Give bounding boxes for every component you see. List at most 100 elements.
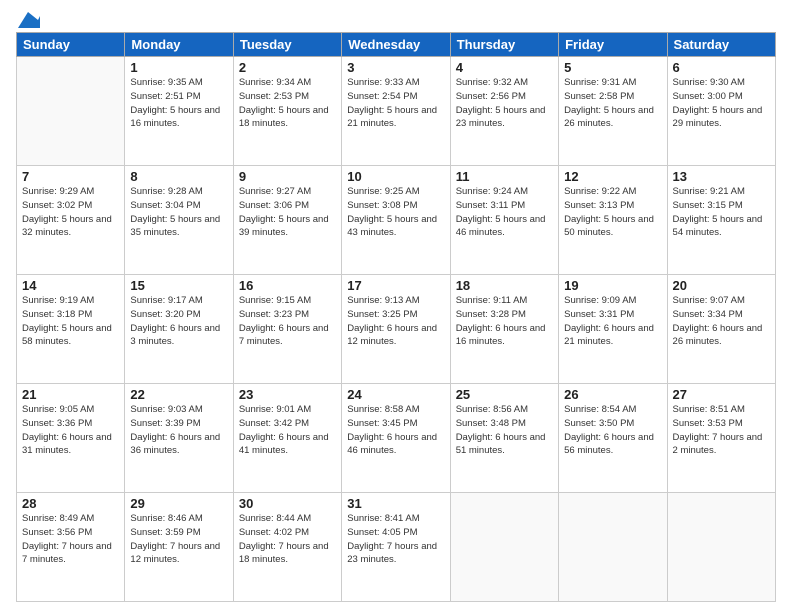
sunrise-text: Sunrise: 8:58 AM	[347, 404, 419, 415]
day-cell: 11 Sunrise: 9:24 AM Sunset: 3:11 PM Dayl…	[450, 166, 558, 275]
day-info: Sunrise: 8:51 AM Sunset: 3:53 PM Dayligh…	[673, 403, 770, 458]
week-row: 21 Sunrise: 9:05 AM Sunset: 3:36 PM Dayl…	[17, 384, 776, 493]
day-number: 17	[347, 278, 444, 293]
day-number: 3	[347, 60, 444, 75]
day-number: 15	[130, 278, 227, 293]
daylight-text: Daylight: 5 hours and 26 minutes.	[564, 105, 654, 130]
day-number: 28	[22, 496, 119, 511]
day-info: Sunrise: 9:24 AM Sunset: 3:11 PM Dayligh…	[456, 185, 553, 240]
sunset-text: Sunset: 3:20 PM	[130, 309, 200, 320]
day-info: Sunrise: 9:03 AM Sunset: 3:39 PM Dayligh…	[130, 403, 227, 458]
daylight-text: Daylight: 5 hours and 16 minutes.	[130, 105, 220, 130]
day-info: Sunrise: 8:41 AM Sunset: 4:05 PM Dayligh…	[347, 512, 444, 567]
day-info: Sunrise: 9:17 AM Sunset: 3:20 PM Dayligh…	[130, 294, 227, 349]
day-number: 29	[130, 496, 227, 511]
header-row: SundayMondayTuesdayWednesdayThursdayFrid…	[17, 33, 776, 57]
daylight-text: Daylight: 5 hours and 39 minutes.	[239, 214, 329, 239]
day-cell: 9 Sunrise: 9:27 AM Sunset: 3:06 PM Dayli…	[233, 166, 341, 275]
day-number: 5	[564, 60, 661, 75]
sunrise-text: Sunrise: 8:44 AM	[239, 513, 311, 524]
sunrise-text: Sunrise: 9:30 AM	[673, 77, 745, 88]
day-info: Sunrise: 8:54 AM Sunset: 3:50 PM Dayligh…	[564, 403, 661, 458]
day-info: Sunrise: 8:56 AM Sunset: 3:48 PM Dayligh…	[456, 403, 553, 458]
sunrise-text: Sunrise: 9:27 AM	[239, 186, 311, 197]
sunset-text: Sunset: 3:00 PM	[673, 91, 743, 102]
weekday-header: Monday	[125, 33, 233, 57]
sunset-text: Sunset: 3:28 PM	[456, 309, 526, 320]
day-number: 7	[22, 169, 119, 184]
day-number: 25	[456, 387, 553, 402]
daylight-text: Daylight: 6 hours and 3 minutes.	[130, 323, 220, 348]
day-number: 18	[456, 278, 553, 293]
day-number: 20	[673, 278, 770, 293]
day-number: 27	[673, 387, 770, 402]
sunset-text: Sunset: 2:51 PM	[130, 91, 200, 102]
day-info: Sunrise: 9:27 AM Sunset: 3:06 PM Dayligh…	[239, 185, 336, 240]
sunset-text: Sunset: 3:08 PM	[347, 200, 417, 211]
day-info: Sunrise: 9:21 AM Sunset: 3:15 PM Dayligh…	[673, 185, 770, 240]
sunrise-text: Sunrise: 9:28 AM	[130, 186, 202, 197]
day-cell: 31 Sunrise: 8:41 AM Sunset: 4:05 PM Dayl…	[342, 493, 450, 602]
day-info: Sunrise: 9:05 AM Sunset: 3:36 PM Dayligh…	[22, 403, 119, 458]
sunrise-text: Sunrise: 9:31 AM	[564, 77, 636, 88]
day-number: 21	[22, 387, 119, 402]
sunrise-text: Sunrise: 9:17 AM	[130, 295, 202, 306]
day-info: Sunrise: 8:58 AM Sunset: 3:45 PM Dayligh…	[347, 403, 444, 458]
day-cell: 20 Sunrise: 9:07 AM Sunset: 3:34 PM Dayl…	[667, 275, 775, 384]
day-cell: 23 Sunrise: 9:01 AM Sunset: 3:42 PM Dayl…	[233, 384, 341, 493]
sunrise-text: Sunrise: 9:05 AM	[22, 404, 94, 415]
sunrise-text: Sunrise: 9:21 AM	[673, 186, 745, 197]
sunset-text: Sunset: 3:18 PM	[22, 309, 92, 320]
daylight-text: Daylight: 7 hours and 2 minutes.	[673, 432, 763, 457]
sunrise-text: Sunrise: 8:54 AM	[564, 404, 636, 415]
sunset-text: Sunset: 3:31 PM	[564, 309, 634, 320]
day-cell: 27 Sunrise: 8:51 AM Sunset: 3:53 PM Dayl…	[667, 384, 775, 493]
day-info: Sunrise: 9:07 AM Sunset: 3:34 PM Dayligh…	[673, 294, 770, 349]
sunset-text: Sunset: 3:45 PM	[347, 418, 417, 429]
sunset-text: Sunset: 3:25 PM	[347, 309, 417, 320]
logo	[16, 14, 40, 26]
daylight-text: Daylight: 5 hours and 50 minutes.	[564, 214, 654, 239]
daylight-text: Daylight: 6 hours and 51 minutes.	[456, 432, 546, 457]
day-cell: 4 Sunrise: 9:32 AM Sunset: 2:56 PM Dayli…	[450, 57, 558, 166]
sunrise-text: Sunrise: 9:22 AM	[564, 186, 636, 197]
day-number: 26	[564, 387, 661, 402]
weekday-header: Thursday	[450, 33, 558, 57]
day-info: Sunrise: 9:34 AM Sunset: 2:53 PM Dayligh…	[239, 76, 336, 131]
day-cell: 18 Sunrise: 9:11 AM Sunset: 3:28 PM Dayl…	[450, 275, 558, 384]
day-info: Sunrise: 8:49 AM Sunset: 3:56 PM Dayligh…	[22, 512, 119, 567]
sunset-text: Sunset: 3:39 PM	[130, 418, 200, 429]
daylight-text: Daylight: 5 hours and 35 minutes.	[130, 214, 220, 239]
day-number: 12	[564, 169, 661, 184]
weekday-header: Friday	[559, 33, 667, 57]
day-info: Sunrise: 9:13 AM Sunset: 3:25 PM Dayligh…	[347, 294, 444, 349]
sunrise-text: Sunrise: 9:25 AM	[347, 186, 419, 197]
weekday-header: Tuesday	[233, 33, 341, 57]
daylight-text: Daylight: 6 hours and 56 minutes.	[564, 432, 654, 457]
day-number: 9	[239, 169, 336, 184]
daylight-text: Daylight: 6 hours and 12 minutes.	[347, 323, 437, 348]
day-number: 4	[456, 60, 553, 75]
daylight-text: Daylight: 5 hours and 43 minutes.	[347, 214, 437, 239]
sunset-text: Sunset: 3:15 PM	[673, 200, 743, 211]
day-number: 22	[130, 387, 227, 402]
daylight-text: Daylight: 6 hours and 16 minutes.	[456, 323, 546, 348]
day-number: 11	[456, 169, 553, 184]
sunrise-text: Sunrise: 9:03 AM	[130, 404, 202, 415]
weekday-header: Sunday	[17, 33, 125, 57]
daylight-text: Daylight: 6 hours and 26 minutes.	[673, 323, 763, 348]
calendar-table: SundayMondayTuesdayWednesdayThursdayFrid…	[16, 32, 776, 602]
sunset-text: Sunset: 3:04 PM	[130, 200, 200, 211]
day-number: 10	[347, 169, 444, 184]
sunset-text: Sunset: 3:42 PM	[239, 418, 309, 429]
daylight-text: Daylight: 7 hours and 12 minutes.	[130, 541, 220, 566]
day-info: Sunrise: 9:30 AM Sunset: 3:00 PM Dayligh…	[673, 76, 770, 131]
sunset-text: Sunset: 3:13 PM	[564, 200, 634, 211]
day-cell: 5 Sunrise: 9:31 AM Sunset: 2:58 PM Dayli…	[559, 57, 667, 166]
header	[16, 10, 776, 26]
day-cell: 13 Sunrise: 9:21 AM Sunset: 3:15 PM Dayl…	[667, 166, 775, 275]
day-info: Sunrise: 8:44 AM Sunset: 4:02 PM Dayligh…	[239, 512, 336, 567]
day-number: 2	[239, 60, 336, 75]
week-row: 28 Sunrise: 8:49 AM Sunset: 3:56 PM Dayl…	[17, 493, 776, 602]
daylight-text: Daylight: 5 hours and 54 minutes.	[673, 214, 763, 239]
